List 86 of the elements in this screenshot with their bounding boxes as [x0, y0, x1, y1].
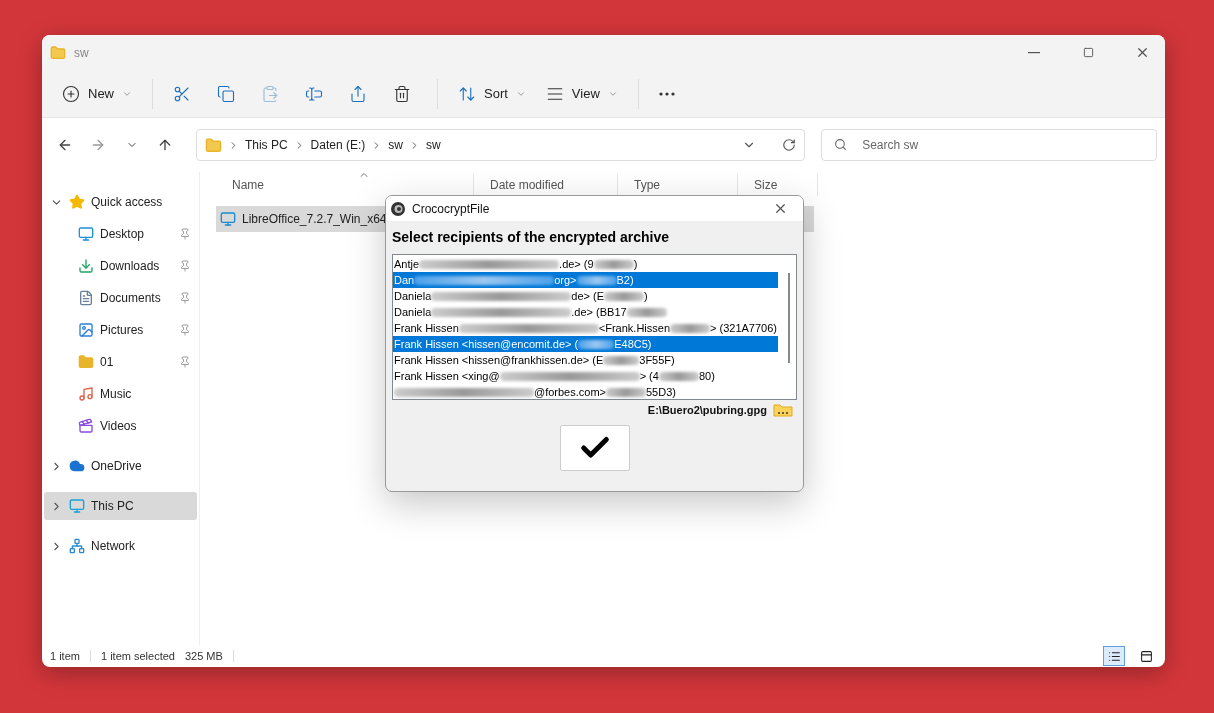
minimize-icon: [1028, 51, 1040, 54]
scrollbar-thumb[interactable]: [788, 273, 790, 363]
dialog-title: CrococryptFile: [412, 201, 491, 216]
dialog-heading: Select recipients of the encrypted archive: [391, 228, 670, 247]
more-icon: [658, 91, 675, 96]
recipient-item[interactable]: @forbes.com> 55D3): [393, 384, 778, 399]
breadcrumb[interactable]: sw: [388, 138, 403, 152]
redaction-blur: [658, 371, 699, 381]
download-icon: [78, 258, 94, 274]
search-field[interactable]: Search sw: [821, 129, 1157, 161]
details-view-button[interactable]: [1103, 646, 1125, 666]
monitor-icon: [69, 498, 85, 514]
selection-count: 1 item selected: [100, 650, 175, 662]
recipient-item[interactable]: Frank Hissen <hissen@frankhissen.de> (E 3F55F): [393, 352, 778, 368]
folder-icon: [50, 44, 66, 61]
redaction-blur: [578, 339, 615, 349]
breadcrumb[interactable]: Daten (E:): [310, 138, 366, 152]
confirm-button[interactable]: [559, 425, 630, 471]
pin-icon[interactable]: [179, 228, 191, 240]
pin-icon[interactable]: [179, 260, 191, 272]
sidebar-item[interactable]: This PC: [44, 492, 197, 520]
pin-icon[interactable]: [179, 324, 191, 336]
sidebar-item[interactable]: Documents: [44, 284, 197, 312]
breadcrumb[interactable]: sw: [425, 138, 441, 152]
redaction-blur: [626, 307, 667, 317]
clipboard-icon: [261, 84, 279, 103]
video-icon: [78, 418, 94, 434]
cloud-icon: [69, 458, 85, 474]
share-icon: [349, 84, 367, 103]
recipient-item[interactable]: Dan org> B2): [393, 272, 778, 288]
scissors-icon: [173, 84, 191, 103]
sidebar-item[interactable]: Downloads: [44, 252, 197, 280]
copy-icon: [217, 84, 235, 103]
tiles-icon: [1139, 649, 1153, 663]
rename-icon: [305, 84, 323, 103]
sidebar-item[interactable]: Network: [44, 532, 197, 560]
pin-icon[interactable]: [179, 356, 191, 368]
sidebar-item[interactable]: Pictures: [44, 316, 197, 344]
document-icon: [78, 290, 94, 306]
folder-icon: [204, 136, 222, 154]
recipient-list[interactable]: [392, 254, 797, 400]
recipient-item[interactable]: Frank Hissen <xing@ > (4 80): [393, 368, 778, 384]
recipient-item[interactable]: Frank Hissen <hissen@encomit.de> ( E48C5): [393, 336, 778, 352]
keyring-path: E:\Buero2\pubring.gpg: [647, 404, 767, 416]
maximize-icon: [1082, 47, 1094, 58]
selection-size: 325 MB: [184, 650, 234, 662]
search-icon: [834, 138, 848, 151]
folder-icon: [78, 354, 94, 370]
trash-icon: [393, 84, 411, 103]
recipient-item[interactable]: Daniela .de> (BB17: [393, 304, 778, 320]
new-button[interactable]: New: [54, 76, 140, 111]
sidebar-item[interactable]: 01: [44, 348, 197, 376]
plus-circle-icon: [62, 84, 80, 103]
address-bar[interactable]: This PC Daten (E:) sw sw: [195, 129, 806, 161]
pin-icon[interactable]: [179, 292, 191, 304]
redaction-blur: [603, 355, 640, 365]
app-logo-icon: [390, 200, 406, 217]
picture-icon: [78, 322, 94, 338]
network-icon: [69, 538, 85, 554]
redaction-blur: [606, 387, 646, 397]
star-icon: [69, 194, 85, 210]
redaction-blur: [593, 259, 634, 269]
music-icon: [78, 386, 94, 402]
monitor-icon: [78, 226, 94, 242]
item-count: 1 item: [50, 650, 91, 662]
window-title: sw: [74, 45, 90, 60]
sidebar-item[interactable]: Desktop: [44, 220, 197, 248]
recipient-item[interactable]: Frank Hissen <Frank.Hissen > (321A7706): [393, 320, 778, 336]
installer-icon: [220, 211, 236, 227]
redaction-blur: [604, 291, 645, 301]
sidebar-item[interactable]: OneDrive: [44, 452, 197, 480]
list-icon: [1107, 649, 1121, 663]
sidebar-item[interactable]: Music: [44, 380, 197, 408]
sort-icon: [458, 84, 476, 103]
redaction-blur: [576, 275, 617, 285]
folder-browse-icon[interactable]: [773, 403, 793, 417]
recipient-item[interactable]: Antje .de> (9 ): [393, 256, 778, 272]
sidebar-item[interactable]: Quick access: [44, 188, 197, 216]
sidebar-item[interactable]: Videos: [44, 412, 197, 440]
file-name: LibreOffice_7.2.7_Win_x64: [242, 212, 387, 226]
recipient-item[interactable]: Daniela de> (E ): [393, 288, 778, 304]
redaction-blur: [670, 323, 711, 333]
refresh-icon[interactable]: [782, 138, 797, 152]
breadcrumb[interactable]: This PC: [244, 138, 288, 152]
view-button[interactable]: View: [537, 76, 626, 111]
sort-button[interactable]: Sort: [450, 76, 534, 111]
